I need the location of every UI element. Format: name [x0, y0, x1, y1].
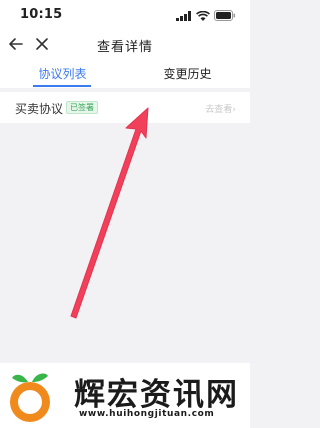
orange-logo — [10, 373, 50, 422]
watermark-title: 辉宏资讯网 — [74, 377, 239, 413]
watermark-url: www.huihongjituan.com — [79, 409, 215, 419]
watermark-banner: 辉宏资讯网 www.huihongjituan.com — [0, 363, 250, 428]
